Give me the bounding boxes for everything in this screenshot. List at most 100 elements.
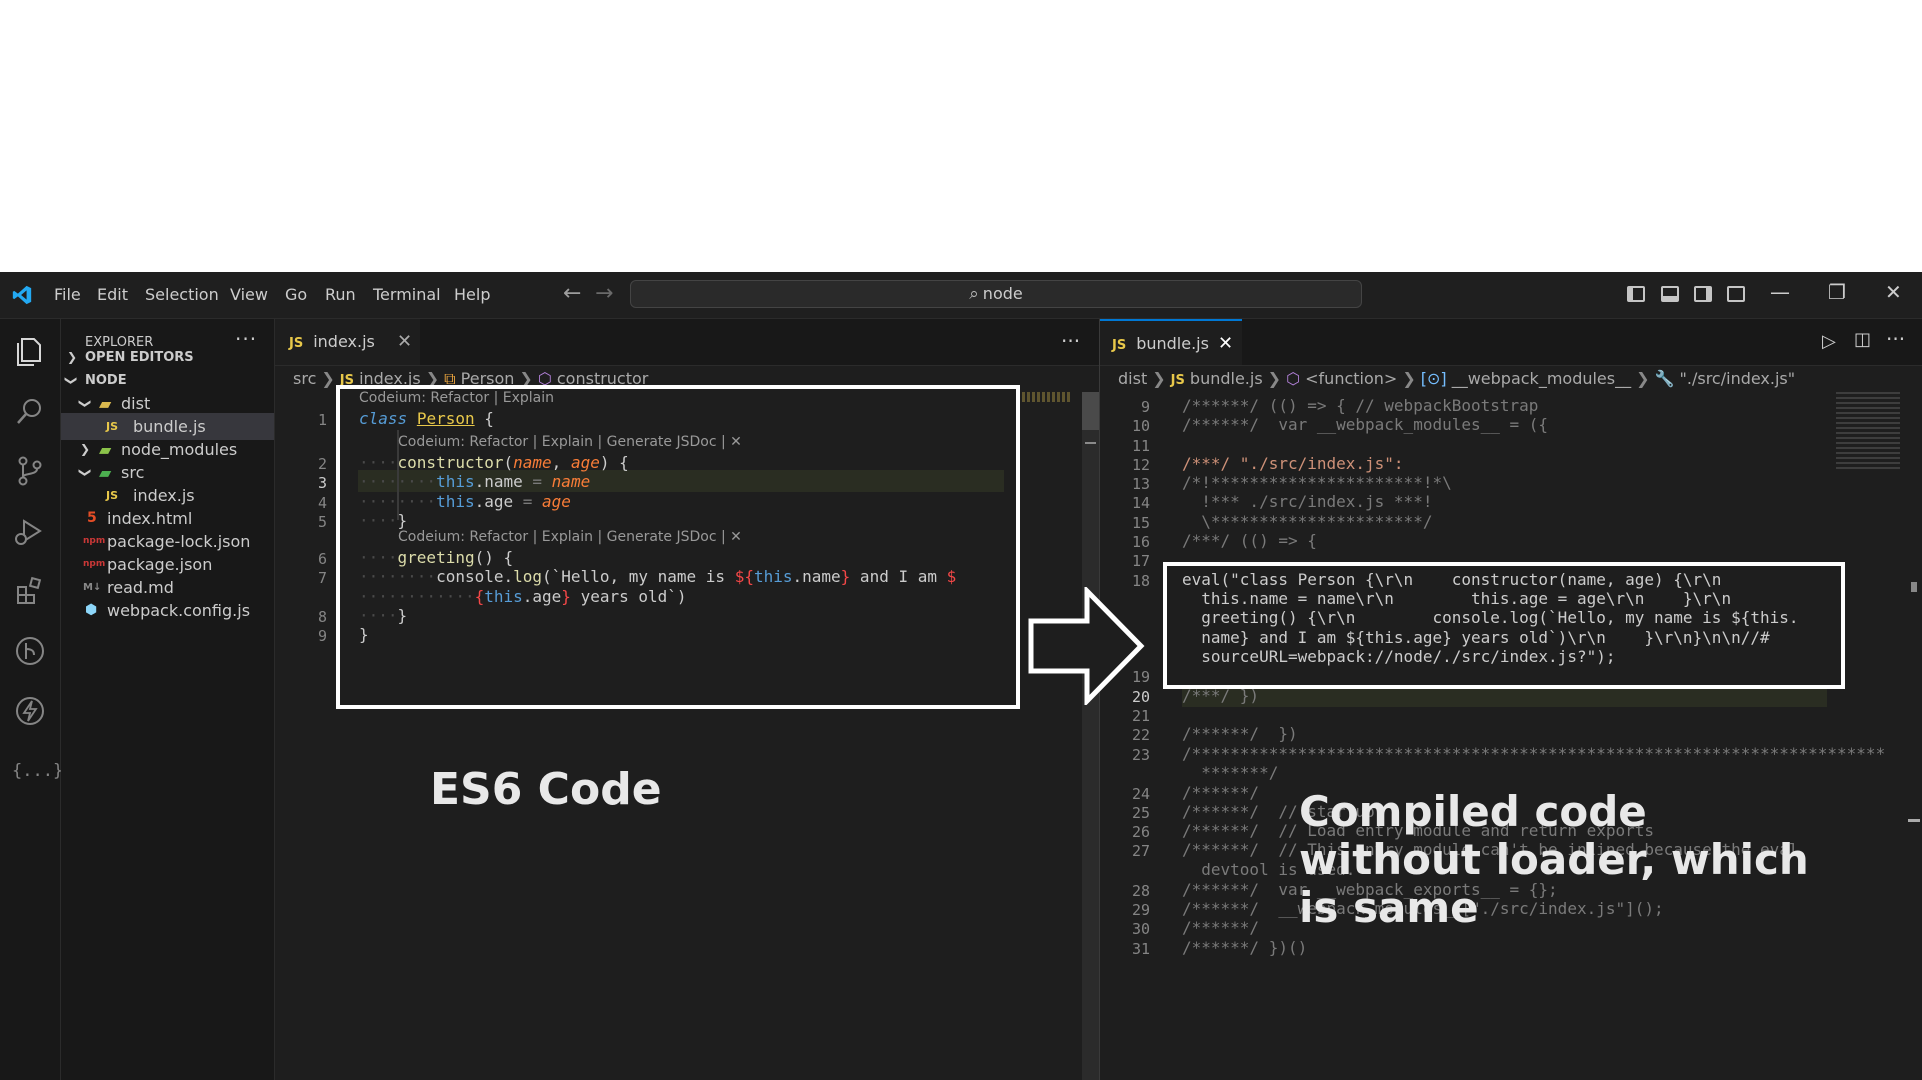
activity-bar: {...} bbox=[0, 319, 63, 1080]
wrench-icon: 🔧 bbox=[1654, 369, 1675, 388]
line-number: 25 bbox=[1131, 804, 1150, 822]
menu-view[interactable]: View bbox=[230, 285, 268, 304]
annotation-line: is same bbox=[1299, 883, 1479, 932]
line-number: 1 bbox=[317, 411, 327, 429]
line-number: 13 bbox=[1131, 475, 1150, 493]
compiled-code-highlight-box bbox=[1163, 562, 1845, 689]
tab-bundle-js[interactable]: JS bundle.js ✕ bbox=[1100, 319, 1242, 365]
line-number: 11 bbox=[1131, 437, 1150, 455]
breadcrumb-item[interactable]: __webpack_modules__ bbox=[1452, 369, 1631, 388]
chevron-down-icon: ❯ bbox=[78, 467, 93, 478]
code-line: /******/ bbox=[1182, 783, 1269, 802]
line-number: 14 bbox=[1131, 494, 1150, 512]
command-center-search[interactable]: ⌕ node bbox=[630, 280, 1362, 308]
menu-terminal[interactable]: Terminal bbox=[373, 285, 441, 304]
webpack-file-icon: ⬢ bbox=[85, 602, 98, 618]
chevron-down-icon: ❯ bbox=[78, 398, 93, 409]
right-tab-bar: JS bundle.js ✕ ▷ ◫ ··· bbox=[1100, 319, 1922, 366]
line-number: 27 bbox=[1131, 842, 1150, 860]
breadcrumb-item[interactable]: bundle.js bbox=[1190, 369, 1263, 388]
js-file-icon: JS bbox=[1170, 373, 1185, 388]
title-bar: File Edit Selection View Go Run Terminal… bbox=[0, 272, 1922, 319]
split-editor-icon[interactable]: ◫ bbox=[1854, 329, 1871, 350]
git-graph-icon[interactable] bbox=[12, 633, 48, 669]
line-number: 23 bbox=[1131, 746, 1150, 764]
code-line: /******/ var __webpack_modules__ = ({ bbox=[1182, 415, 1549, 434]
toggle-primary-sidebar-icon[interactable] bbox=[1627, 286, 1645, 302]
menu-file[interactable]: File bbox=[54, 285, 81, 304]
menu-help[interactable]: Help bbox=[454, 285, 490, 304]
line-number: 29 bbox=[1131, 901, 1150, 919]
minimap[interactable] bbox=[1022, 392, 1072, 402]
source-control-icon[interactable] bbox=[12, 453, 48, 489]
restore-icon[interactable]: ❐ bbox=[1828, 280, 1846, 304]
toggle-panel-icon[interactable] bbox=[1661, 286, 1679, 302]
run-file-icon[interactable]: ▷ bbox=[1822, 331, 1836, 352]
menu-edit[interactable]: Edit bbox=[97, 285, 128, 304]
tab-index-js[interactable]: JS index.js ✕ bbox=[275, 319, 420, 365]
line-number: 4 bbox=[317, 494, 327, 512]
line-number: 9 bbox=[1140, 398, 1150, 416]
right-arrow-icon bbox=[1028, 587, 1145, 705]
line-number: 16 bbox=[1131, 533, 1150, 551]
json-braces-icon[interactable]: {...} bbox=[12, 753, 63, 789]
line-number: 10 bbox=[1131, 417, 1150, 435]
code-line: /******/ bbox=[1182, 918, 1269, 937]
close-tab-icon[interactable]: ✕ bbox=[1218, 321, 1233, 367]
line-number: 24 bbox=[1131, 785, 1150, 803]
line-number: 22 bbox=[1131, 726, 1150, 744]
right-scrollbar[interactable] bbox=[1906, 392, 1922, 1080]
line-number: 9 bbox=[317, 627, 327, 645]
tree-file-webpack-config-js[interactable]: ⬢ webpack.config.js bbox=[61, 597, 274, 624]
customize-layout-icon[interactable] bbox=[1727, 286, 1745, 302]
back-arrow-icon[interactable]: ← bbox=[563, 281, 581, 306]
code-line: !*** ./src/index.js ***! bbox=[1182, 492, 1433, 511]
code-line: /*!**********************!*\ bbox=[1182, 473, 1452, 492]
code-line: *******/ bbox=[1182, 763, 1279, 782]
vscode-window: File Edit Selection View Go Run Terminal… bbox=[0, 272, 1922, 1080]
minimap[interactable] bbox=[1836, 392, 1900, 472]
es6-code-annotation: ES6 Code bbox=[430, 764, 662, 815]
line-number: 2 bbox=[317, 455, 327, 473]
breadcrumb-item[interactable]: dist bbox=[1118, 369, 1147, 388]
line-number: 12 bbox=[1131, 456, 1150, 474]
search-icon: ⌕ bbox=[969, 284, 979, 304]
breadcrumb-item[interactable]: <function> bbox=[1305, 369, 1397, 388]
line-number: 5 bbox=[317, 513, 327, 531]
more-actions-icon[interactable]: ··· bbox=[1061, 329, 1080, 353]
es6-code-highlight-box bbox=[336, 385, 1020, 709]
menu-run[interactable]: Run bbox=[325, 285, 356, 304]
more-actions-icon[interactable]: ··· bbox=[1886, 327, 1905, 351]
breadcrumb-item[interactable]: "./src/index.js" bbox=[1680, 369, 1796, 388]
line-number: 3 bbox=[317, 474, 327, 492]
line-number: 30 bbox=[1131, 920, 1150, 938]
lightning-icon[interactable] bbox=[12, 693, 48, 729]
code-line: /***/ "./src/index.js": bbox=[1182, 454, 1404, 473]
explorer-files-icon[interactable] bbox=[12, 333, 48, 369]
code-line: /******/ (() => { // webpackBootstrap bbox=[1182, 396, 1539, 415]
code-line: /******/ })() bbox=[1182, 938, 1308, 957]
close-tab-icon[interactable]: ✕ bbox=[397, 319, 412, 365]
compiled-code-annotation: Compiled code without loader, which is s… bbox=[1299, 788, 1809, 932]
code-line: /******/ }) bbox=[1182, 724, 1298, 743]
line-number: 7 bbox=[317, 569, 327, 587]
code-line: /***************************************… bbox=[1182, 744, 1886, 763]
menu-go[interactable]: Go bbox=[285, 285, 307, 304]
line-number: 31 bbox=[1131, 940, 1150, 958]
run-debug-icon[interactable] bbox=[12, 513, 48, 549]
minimize-icon[interactable]: — bbox=[1770, 280, 1790, 304]
toggle-secondary-sidebar-icon[interactable] bbox=[1694, 286, 1712, 302]
line-number: 15 bbox=[1131, 514, 1150, 532]
annotation-line: without loader, which bbox=[1299, 835, 1809, 884]
line-number: 8 bbox=[317, 608, 327, 626]
forward-arrow-icon[interactable]: → bbox=[595, 281, 613, 306]
close-window-icon[interactable]: ✕ bbox=[1885, 280, 1902, 304]
code-line: /***/ (() => { bbox=[1182, 531, 1317, 550]
search-icon[interactable] bbox=[12, 393, 48, 429]
annotation-line: Compiled code bbox=[1299, 787, 1647, 836]
menu-selection[interactable]: Selection bbox=[145, 285, 219, 304]
line-number: 6 bbox=[317, 550, 327, 568]
extensions-icon[interactable] bbox=[12, 573, 48, 609]
breadcrumb-item[interactable]: src bbox=[293, 369, 316, 388]
line-number: 28 bbox=[1131, 882, 1150, 900]
